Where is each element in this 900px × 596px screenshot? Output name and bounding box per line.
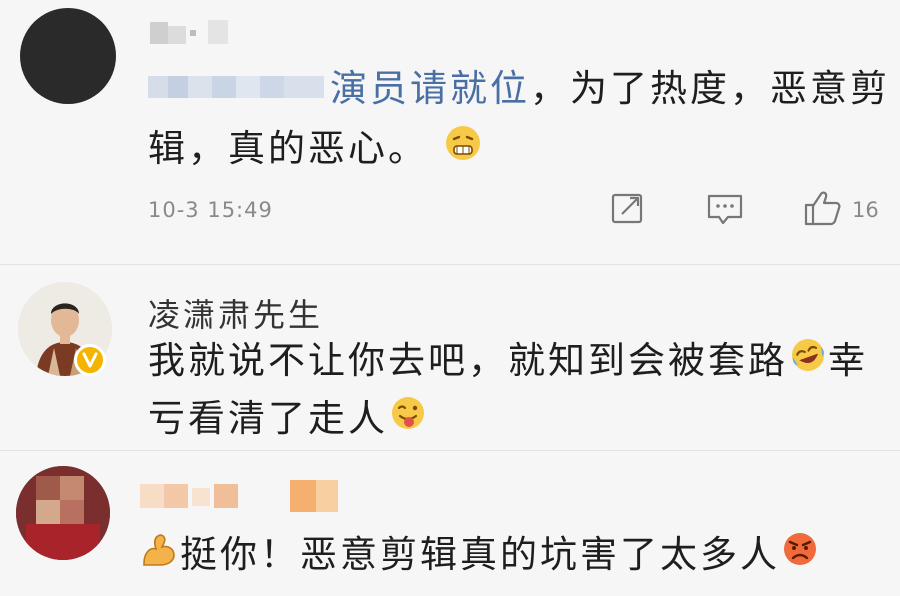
grin-emoji [443, 123, 483, 178]
mention-link[interactable]: 演员请就位 [330, 67, 530, 110]
comment-time: 10-3 15:49 [148, 198, 273, 222]
comment-3: 挺你！恶意剪辑真的坑害了太多人 [0, 456, 900, 596]
username-blurred[interactable] [140, 476, 360, 516]
thumbs-up-icon [802, 188, 842, 232]
tongue-emoji [388, 393, 428, 448]
laugh-cry-emoji [788, 335, 828, 390]
angry-emoji [780, 529, 820, 584]
comment-icon [706, 192, 744, 232]
verified-badge-icon [74, 344, 106, 376]
flexed-arm-emoji [140, 529, 180, 584]
divider [0, 450, 900, 451]
comment-1: 演员请就位，为了热度，恶意剪 辑，真的恶心。 10-3 15:49 16 [0, 0, 900, 270]
comment-text: 演员请就位，为了热度，恶意剪 [330, 67, 890, 110]
share-button[interactable] [610, 190, 646, 230]
avatar-blurred[interactable] [20, 8, 116, 104]
comment-text-line2: 辑，真的恶心。 [148, 122, 888, 178]
avatar-blurred[interactable] [16, 466, 110, 560]
comment-text: 挺你！恶意剪辑真的坑害了太多人 [140, 528, 890, 584]
comment-2: 凌潇肃先生 我就说不让你去吧，就知到会被套路 幸 亏看清了走人 [0, 270, 900, 450]
username-blurred[interactable] [150, 18, 260, 50]
like-button[interactable]: 16 [802, 188, 879, 232]
comment-text: 我就说不让你去吧，就知到会被套路 幸 [148, 334, 898, 390]
divider [0, 264, 900, 265]
mention-blurred[interactable] [148, 70, 328, 104]
reply-button[interactable] [706, 192, 744, 232]
username[interactable]: 凌潇肃先生 [148, 290, 323, 336]
like-count: 16 [852, 198, 879, 222]
comment-text-line2: 亏看清了走人 [148, 392, 888, 448]
share-icon [610, 190, 646, 230]
